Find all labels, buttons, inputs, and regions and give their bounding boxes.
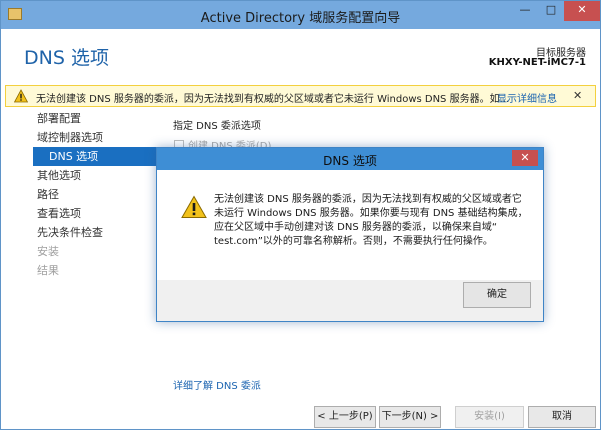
nav-item: 结果: [37, 264, 59, 277]
install-button[interactable]: 安装(I): [455, 406, 524, 428]
target-server-name: KHXY-NET-iMC7-1: [488, 57, 586, 68]
warning-icon: [181, 195, 207, 218]
show-details-link[interactable]: 显示详细信息: [497, 90, 557, 105]
warning-close-icon[interactable]: ✕: [573, 89, 582, 102]
dialog-title-bar[interactable]: DNS 选项 ✕: [157, 148, 543, 170]
dialog-body: 无法创建该 DNS 服务器的委派，因为无法找到有权威的父区域或者它 未运行 Wi…: [157, 170, 543, 280]
button-bar: < 上一步(P) 下一步(N) > 安装(I) 取消: [1, 406, 600, 430]
close-button[interactable]: ✕: [564, 1, 600, 21]
maximize-button[interactable]: □: [538, 1, 564, 21]
nav-item[interactable]: 先决条件检查: [35, 223, 157, 242]
nav-item: 安装: [37, 245, 59, 258]
minimize-button[interactable]: —: [512, 1, 538, 21]
previous-button[interactable]: < 上一步(P): [314, 406, 376, 428]
dialog-title: DNS 选项: [323, 154, 377, 168]
nav-item[interactable]: 查看选项: [35, 204, 157, 223]
nav-item[interactable]: 部署配置: [35, 109, 157, 128]
nav-item[interactable]: 其他选项: [35, 166, 157, 185]
warning-icon: [14, 89, 28, 103]
window-title: Active Directory 域服务配置向导: [200, 11, 401, 26]
section-title: 指定 DNS 委派选项: [173, 121, 261, 132]
dialog-message: 无法创建该 DNS 服务器的委派，因为无法找到有权威的父区域或者它 未运行 Wi…: [214, 194, 528, 247]
title-bar[interactable]: Active Directory 域服务配置向导 — □ ✕: [1, 1, 600, 29]
nav-item[interactable]: DNS 选项: [33, 147, 157, 166]
next-button[interactable]: 下一步(N) >: [379, 406, 441, 428]
cancel-button[interactable]: 取消: [528, 406, 596, 428]
ok-button[interactable]: 确定: [463, 282, 531, 308]
nav-item[interactable]: 域控制器选项: [35, 128, 157, 147]
nav-item[interactable]: 路径: [35, 185, 157, 204]
page-title: DNS 选项: [24, 47, 109, 69]
warning-banner: 无法创建该 DNS 服务器的委派，因为无法找到有权威的父区域或者它未运行 Win…: [5, 85, 596, 107]
learn-more-dns-delegation-link[interactable]: 详细了解 DNS 委派: [173, 377, 261, 392]
dns-options-dialog: DNS 选项 ✕ 无法创建该 DNS 服务器的委派，因为无法找到有权威的父区域或…: [156, 147, 544, 322]
dialog-close-button[interactable]: ✕: [512, 150, 538, 166]
warning-banner-text: 无法创建该 DNS 服务器的委派，因为无法找到有权威的父区域或者它未运行 Win…: [36, 94, 510, 105]
wizard-nav: 部署配置 域控制器选项 DNS 选项 其他选项 路径 查看选项 先决条件检查安装结果: [33, 109, 157, 280]
